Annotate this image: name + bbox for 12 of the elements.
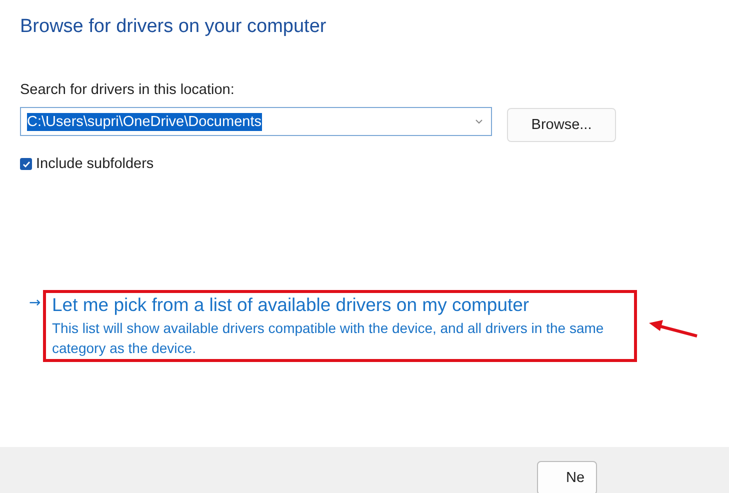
page-title: Browse for drivers on your computer — [20, 16, 328, 38]
checkbox-label: Include subfolders — [36, 156, 154, 172]
next-button[interactable]: Ne — [537, 461, 597, 493]
chevron-icon — [475, 119, 483, 124]
arrow-glyph: → — [29, 295, 42, 311]
pick-description: This list will show available drivers compatible with the device, and all drivers in the same category as the device. — [52, 319, 605, 358]
location-combo[interactable]: C:\Users\supri\OneDrive\Documents — [20, 107, 492, 136]
pick-link[interactable]: Let me pick from a list of available drivers on my computer — [52, 294, 628, 316]
checkbox[interactable] — [20, 158, 32, 170]
browse-button[interactable]: Browse... — [507, 108, 616, 142]
location-label: Search for drivers in this location: — [20, 82, 236, 98]
annotation-arrow — [649, 320, 699, 338]
